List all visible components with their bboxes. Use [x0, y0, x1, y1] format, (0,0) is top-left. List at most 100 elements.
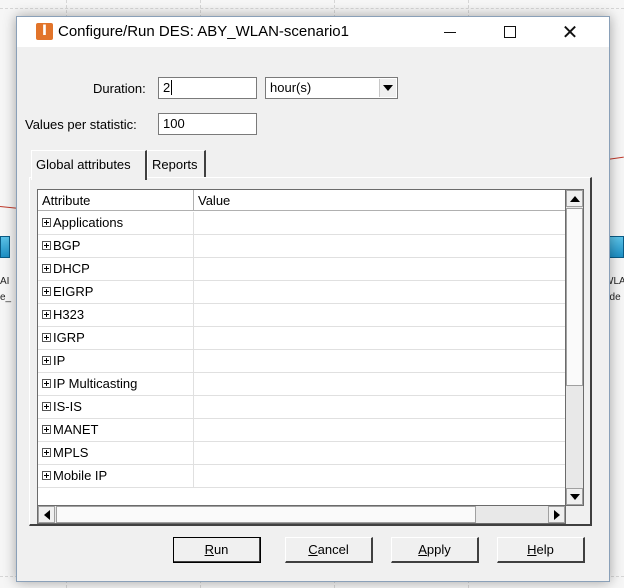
value-cell[interactable]	[194, 419, 565, 441]
expand-plus-icon[interactable]	[42, 402, 51, 411]
horizontal-scrollbar[interactable]	[37, 506, 566, 524]
table-row[interactable]: H323	[38, 304, 565, 327]
attribute-cell[interactable]: MANET	[38, 419, 194, 441]
table-row[interactable]: MANET	[38, 419, 565, 442]
attribute-name: MPLS	[53, 445, 89, 460]
dropdown-arrow-icon[interactable]	[379, 79, 396, 97]
node-label: AI	[0, 276, 10, 287]
attribute-name: IGRP	[53, 330, 85, 345]
duration-value: 2	[163, 80, 171, 95]
minimize-button[interactable]	[427, 17, 473, 47]
expand-plus-icon[interactable]	[42, 287, 51, 296]
attribute-cell[interactable]: IP	[38, 350, 194, 372]
help-label: elp	[536, 542, 554, 557]
expand-plus-icon[interactable]	[42, 448, 51, 457]
apply-mnemonic: A	[418, 542, 427, 557]
expand-plus-icon[interactable]	[42, 218, 51, 227]
value-cell[interactable]	[194, 235, 565, 257]
grid-line	[0, 8, 624, 9]
tab-reports[interactable]: Reports	[147, 150, 206, 178]
expand-plus-icon[interactable]	[42, 264, 51, 273]
title-bar[interactable]: I Configure/Run DES: ABY_WLAN-scenario1 …	[17, 17, 609, 47]
values-per-statistic-input[interactable]: 100	[158, 113, 257, 135]
apply-button[interactable]: Apply	[391, 537, 479, 563]
vertical-scrollbar[interactable]	[566, 189, 584, 506]
attribute-cell[interactable]: IGRP	[38, 327, 194, 349]
app-logo-icon: I	[36, 23, 53, 40]
scroll-up-button[interactable]	[566, 190, 583, 207]
table-row[interactable]: IGRP	[38, 327, 565, 350]
scroll-left-icon	[43, 509, 50, 520]
table-row[interactable]: EIGRP	[38, 281, 565, 304]
value-cell[interactable]	[194, 327, 565, 349]
duration-unit-select[interactable]: hour(s)	[265, 77, 398, 99]
scroll-up-icon	[569, 195, 580, 202]
table-row[interactable]: IP Multicasting	[38, 373, 565, 396]
attribute-cell[interactable]: MPLS	[38, 442, 194, 464]
maximize-button[interactable]	[487, 17, 533, 47]
value-cell[interactable]	[194, 396, 565, 418]
attribute-cell[interactable]: BGP	[38, 235, 194, 257]
table-row[interactable]: IS-IS	[38, 396, 565, 419]
expand-plus-icon[interactable]	[42, 379, 51, 388]
scroll-left-button[interactable]	[38, 506, 55, 523]
table-row[interactable]: DHCP	[38, 258, 565, 281]
value-cell[interactable]	[194, 373, 565, 395]
close-icon: ✕	[561, 20, 579, 44]
attribute-name: H323	[53, 307, 85, 322]
value-cell[interactable]	[194, 258, 565, 280]
attribute-cell[interactable]: EIGRP	[38, 281, 194, 303]
value-cell[interactable]	[194, 281, 565, 303]
attribute-name: MANET	[53, 422, 99, 437]
help-button[interactable]: Help	[497, 537, 585, 563]
attribute-cell[interactable]: IP Multicasting	[38, 373, 194, 395]
expand-plus-icon[interactable]	[42, 241, 51, 250]
duration-input[interactable]: 2	[158, 77, 257, 99]
apply-label: pply	[426, 542, 451, 557]
attribute-cell[interactable]: IS-IS	[38, 396, 194, 418]
node-label: e_	[0, 292, 12, 303]
expand-plus-icon[interactable]	[42, 356, 51, 365]
value-cell[interactable]	[194, 304, 565, 326]
attribute-name: Mobile IP	[53, 468, 108, 483]
value-cell[interactable]	[194, 465, 565, 487]
table-row[interactable]: MPLS	[38, 442, 565, 465]
value-cell[interactable]	[194, 442, 565, 464]
attribute-cell[interactable]: H323	[38, 304, 194, 326]
scrollbar-corner	[566, 506, 584, 524]
tab-global-attributes[interactable]: Global attributes	[31, 150, 147, 180]
scroll-down-button[interactable]	[566, 488, 583, 505]
expand-plus-icon[interactable]	[42, 310, 51, 319]
vertical-scroll-thumb[interactable]	[566, 208, 583, 386]
expand-plus-icon[interactable]	[42, 333, 51, 342]
column-header-attribute[interactable]: Attribute	[38, 190, 194, 211]
maximize-icon	[504, 26, 516, 38]
values-per-statistic-label: Values per statistic:	[25, 117, 137, 132]
network-node-left[interactable]	[0, 236, 10, 258]
expand-plus-icon[interactable]	[42, 425, 51, 434]
value-cell[interactable]	[194, 350, 565, 372]
help-mnemonic: H	[527, 542, 537, 557]
close-button[interactable]: ✕	[547, 17, 593, 47]
cancel-button[interactable]: Cancel	[285, 537, 373, 563]
value-cell[interactable]	[194, 212, 565, 234]
attribute-cell[interactable]: DHCP	[38, 258, 194, 280]
table-row[interactable]: IP	[38, 350, 565, 373]
table-row[interactable]: Mobile IP	[38, 465, 565, 488]
attribute-name: DHCP	[53, 261, 90, 276]
attribute-name: BGP	[53, 238, 81, 253]
table-row[interactable]: BGP	[38, 235, 565, 258]
run-button[interactable]: Run	[173, 537, 261, 563]
attribute-name: IP Multicasting	[53, 376, 138, 391]
run-mnemonic: R	[204, 542, 214, 557]
column-header-value[interactable]: Value	[194, 190, 565, 211]
attribute-cell[interactable]: Applications	[38, 212, 194, 234]
values-per-statistic-value: 100	[163, 116, 185, 131]
scroll-right-icon	[553, 509, 560, 520]
attribute-name: EIGRP	[53, 284, 94, 299]
attribute-cell[interactable]: Mobile IP	[38, 465, 194, 487]
scroll-right-button[interactable]	[548, 506, 565, 523]
table-row[interactable]: Applications	[38, 212, 565, 235]
horizontal-scroll-thumb[interactable]	[56, 506, 476, 523]
expand-plus-icon[interactable]	[42, 471, 51, 480]
